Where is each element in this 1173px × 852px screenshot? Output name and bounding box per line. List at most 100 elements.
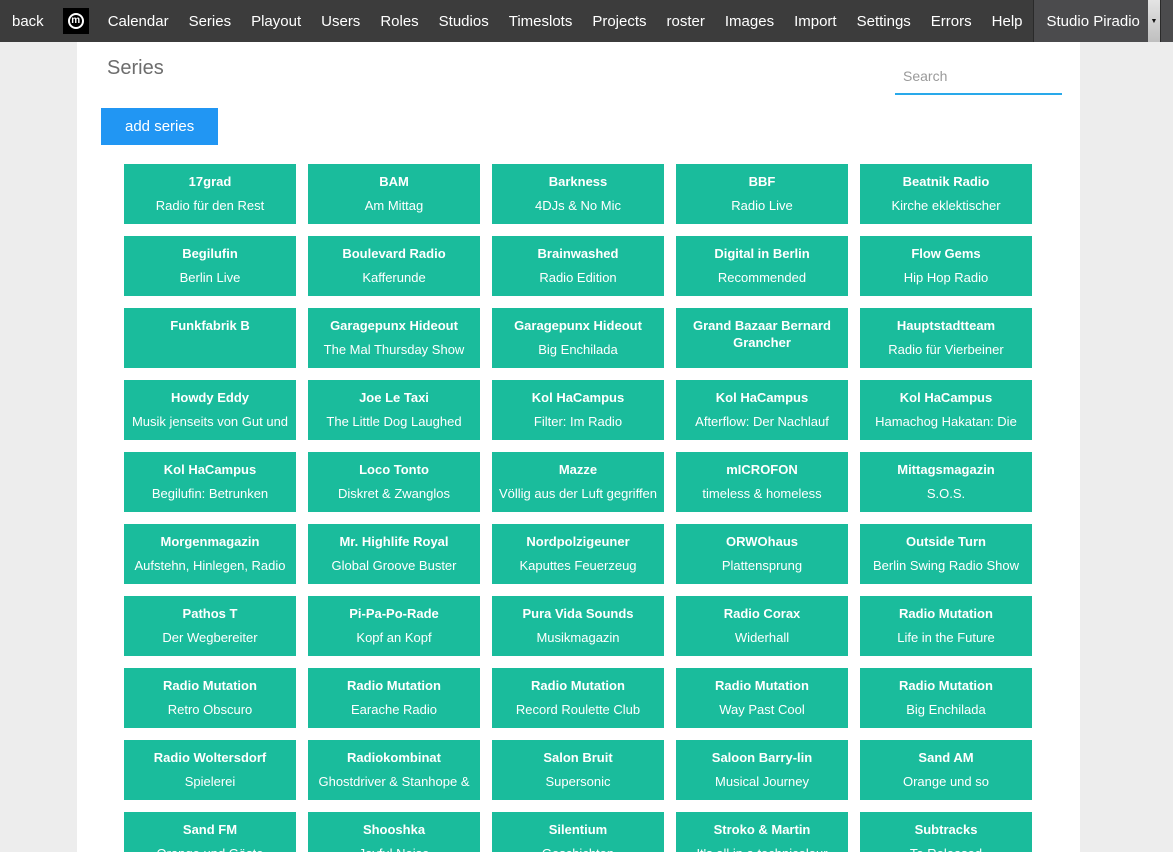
series-card[interactable]: BAM Am Mittag <box>308 164 480 224</box>
series-card[interactable]: Radio Mutation Big Enchilada <box>860 668 1032 728</box>
series-card[interactable]: Radio Mutation Record Roulette Club <box>492 668 664 728</box>
series-card-title: Radio Mutation <box>129 677 291 694</box>
series-card-subtitle: Life in the Future <box>865 629 1027 646</box>
series-card[interactable]: Grand Bazaar Bernard Grancher <box>676 308 848 368</box>
series-card[interactable]: Begilufin Berlin Live <box>124 236 296 296</box>
series-card-title: BAM <box>313 173 475 190</box>
search-box <box>895 62 1062 95</box>
series-card[interactable]: Sand FM Orange und Gäste <box>124 812 296 852</box>
series-card[interactable]: Brainwashed Radio Edition <box>492 236 664 296</box>
back-button[interactable]: back <box>0 0 54 42</box>
nav-item-errors[interactable]: Errors <box>921 0 982 42</box>
studio-select[interactable]: Studio Piradio ▼ <box>1033 0 1160 42</box>
nav-item-timeslots[interactable]: Timeslots <box>499 0 583 42</box>
series-card[interactable]: Subtracks To Released <box>860 812 1032 852</box>
series-card[interactable]: Beatnik Radio Kirche eklektischer <box>860 164 1032 224</box>
series-card-title: Nordpolzigeuner <box>497 533 659 550</box>
project-select[interactable]: Project 88vier ▼ <box>1160 0 1173 42</box>
series-card[interactable]: Kol HaCampus Filter: Im Radio <box>492 380 664 440</box>
series-card-subtitle: Kopf an Kopf <box>313 629 475 646</box>
series-card[interactable]: Garagepunx Hideout Big Enchilada <box>492 308 664 368</box>
nav-item-help[interactable]: Help <box>982 0 1033 42</box>
series-card[interactable]: Mittagsmagazin S.O.S. <box>860 452 1032 512</box>
app-logo-icon[interactable]: m <box>63 8 89 34</box>
series-card[interactable]: Boulevard Radio Kafferunde <box>308 236 480 296</box>
series-card[interactable]: Kol HaCampus Hamachog Hakatan: Die <box>860 380 1032 440</box>
nav-item-series[interactable]: Series <box>179 0 242 42</box>
series-card-title: Mittagsmagazin <box>865 461 1027 478</box>
nav-item-calendar[interactable]: Calendar <box>98 0 179 42</box>
series-card-title: Radio Mutation <box>313 677 475 694</box>
series-card[interactable]: Morgenmagazin Aufstehn, Hinlegen, Radio <box>124 524 296 584</box>
series-card-subtitle: The Little Dog Laughed <box>313 413 475 430</box>
series-card[interactable]: Radio Mutation Way Past Cool <box>676 668 848 728</box>
series-card[interactable]: Mazze Völlig aus der Luft gegriffen <box>492 452 664 512</box>
series-card-subtitle: Radio für den Rest <box>129 197 291 214</box>
nav-item-roster[interactable]: roster <box>657 0 715 42</box>
nav-item-settings[interactable]: Settings <box>847 0 921 42</box>
series-card[interactable]: Barkness 4DJs & No Mic <box>492 164 664 224</box>
nav-item-roles[interactable]: Roles <box>370 0 428 42</box>
series-card[interactable]: Flow Gems Hip Hop Radio <box>860 236 1032 296</box>
series-card-title: Morgenmagazin <box>129 533 291 550</box>
series-card[interactable]: Pi-Pa-Po-Rade Kopf an Kopf <box>308 596 480 656</box>
series-card[interactable]: Garagepunx Hideout The Mal Thursday Show <box>308 308 480 368</box>
series-card[interactable]: Joe Le Taxi The Little Dog Laughed <box>308 380 480 440</box>
nav-item-playout[interactable]: Playout <box>241 0 311 42</box>
series-card[interactable]: Kol HaCampus Begilufin: Betrunken <box>124 452 296 512</box>
series-card-subtitle: It's all in a technicolour <box>681 845 843 852</box>
series-card-title: Funkfabrik B <box>129 317 291 334</box>
series-card-subtitle: Berlin Live <box>129 269 291 286</box>
series-card[interactable]: Outside Turn Berlin Swing Radio Show <box>860 524 1032 584</box>
series-card[interactable]: Radio Mutation Earache Radio <box>308 668 480 728</box>
series-page: Series add series 17grad Radio für den R… <box>77 42 1080 852</box>
series-card[interactable]: Loco Tonto Diskret & Zwanglos <box>308 452 480 512</box>
series-card[interactable]: 17grad Radio für den Rest <box>124 164 296 224</box>
series-card[interactable]: Salon Bruit Supersonic <box>492 740 664 800</box>
nav-item-import[interactable]: Import <box>784 0 847 42</box>
series-card[interactable]: Silentium Geschichten <box>492 812 664 852</box>
series-card[interactable]: Saloon Barry-lin Musical Journey <box>676 740 848 800</box>
chevron-down-icon[interactable]: ▼ <box>1148 0 1160 42</box>
nav-item-images[interactable]: Images <box>715 0 784 42</box>
nav-item-studios[interactable]: Studios <box>429 0 499 42</box>
series-card-title: Sand FM <box>129 821 291 838</box>
series-card-subtitle: 4DJs & No Mic <box>497 197 659 214</box>
series-card[interactable]: BBF Radio Live <box>676 164 848 224</box>
series-card[interactable]: Radio Mutation Life in the Future <box>860 596 1032 656</box>
series-card-title: Joe Le Taxi <box>313 389 475 406</box>
series-card[interactable]: Nordpolzigeuner Kaputtes Feuerzeug <box>492 524 664 584</box>
series-card-title: Garagepunx Hideout <box>497 317 659 334</box>
search-input[interactable] <box>895 62 1062 95</box>
series-card-title: Saloon Barry-lin <box>681 749 843 766</box>
series-card-title: Shooshka <box>313 821 475 838</box>
series-card[interactable]: Pura Vida Sounds Musikmagazin <box>492 596 664 656</box>
series-card[interactable]: Radio Mutation Retro Obscuro <box>124 668 296 728</box>
series-card[interactable]: Kol HaCampus Afterflow: Der Nachlauf <box>676 380 848 440</box>
series-card[interactable]: ORWOhaus Plattensprung <box>676 524 848 584</box>
series-card[interactable]: Sand AM Orange und so <box>860 740 1032 800</box>
series-card-subtitle: Big Enchilada <box>497 341 659 358</box>
series-card-title: Silentium <box>497 821 659 838</box>
series-card-title: Flow Gems <box>865 245 1027 262</box>
series-card[interactable]: Radio Corax Widerhall <box>676 596 848 656</box>
series-card-title: Brainwashed <box>497 245 659 262</box>
series-card-title: Mazze <box>497 461 659 478</box>
series-card[interactable]: mICROFON timeless & homeless <box>676 452 848 512</box>
nav-item-users[interactable]: Users <box>311 0 370 42</box>
series-card[interactable]: Howdy Eddy Musik jenseits von Gut und <box>124 380 296 440</box>
series-card[interactable]: Shooshka Joyful Noise <box>308 812 480 852</box>
add-series-button[interactable]: add series <box>101 108 218 145</box>
series-card[interactable]: Digital in Berlin Recommended <box>676 236 848 296</box>
series-card[interactable]: Stroko & Martin It's all in a technicolo… <box>676 812 848 852</box>
series-card[interactable]: Hauptstadtteam Radio für Vierbeiner <box>860 308 1032 368</box>
series-card[interactable]: Pathos T Der Wegbereiter <box>124 596 296 656</box>
series-card-subtitle: Retro Obscuro <box>129 701 291 718</box>
series-card[interactable]: Mr. Highlife Royal Global Groove Buster <box>308 524 480 584</box>
series-card[interactable]: Radiokombinat Ghostdriver & Stanhope & <box>308 740 480 800</box>
nav-item-projects[interactable]: Projects <box>582 0 656 42</box>
series-card-subtitle: Big Enchilada <box>865 701 1027 718</box>
series-card-title: Subtracks <box>865 821 1027 838</box>
series-card[interactable]: Funkfabrik B <box>124 308 296 368</box>
series-card[interactable]: Radio Woltersdorf Spielerei <box>124 740 296 800</box>
